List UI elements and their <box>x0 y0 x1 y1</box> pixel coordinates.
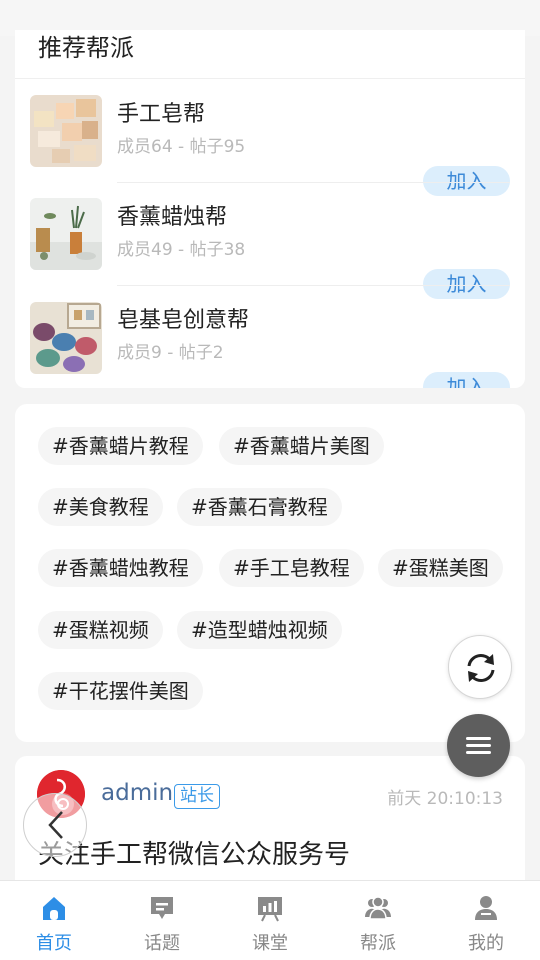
chat-icon <box>151 897 173 919</box>
group-thumbnail <box>30 302 102 374</box>
menu-button[interactable] <box>447 714 510 777</box>
group-stats: 成员9 - 帖子2 <box>117 343 224 363</box>
tag-chip[interactable]: #香薰蜡烛教程 <box>38 549 203 587</box>
divider <box>117 182 510 183</box>
tab-me[interactable]: 我的 <box>432 881 540 960</box>
back-button[interactable] <box>23 793 87 857</box>
group-thumbnail <box>30 95 102 167</box>
group-thumbnail <box>30 198 102 270</box>
post-time: 前天 20:10:13 <box>387 789 503 809</box>
tag-chip[interactable]: #香薰蜡片教程 <box>38 427 203 465</box>
recommended-groups-card: 推荐帮派 手工皂帮 成员64 - 帖子95 加入 香薰蜡烛帮 成员49 - 帖子… <box>15 30 525 388</box>
menu-icon <box>466 737 491 754</box>
tab-label: 课堂 <box>252 933 288 954</box>
tag-chip[interactable]: #美食教程 <box>38 488 163 526</box>
group-name: 手工皂帮 <box>117 102 206 127</box>
tab-label: 话题 <box>144 933 180 954</box>
tab-label: 首页 <box>36 933 72 954</box>
classroom-icon <box>258 897 282 922</box>
tag-chip[interactable]: #蛋糕视频 <box>38 611 163 649</box>
tag-chip[interactable]: #蛋糕美图 <box>378 549 503 587</box>
tab-label: 帮派 <box>360 933 396 954</box>
tag-chip[interactable]: #香薰蜡片美图 <box>219 427 384 465</box>
group-item-soap[interactable]: 手工皂帮 成员64 - 帖子95 加入 <box>15 90 525 196</box>
group-item-base-soap[interactable]: 皂基皂创意帮 成员9 - 帖子2 加入 <box>15 296 525 388</box>
refresh-button[interactable] <box>448 635 512 699</box>
group-name: 皂基皂创意帮 <box>117 308 250 333</box>
join-button[interactable]: 加入 <box>423 372 510 388</box>
group-item-candle[interactable]: 香薰蜡烛帮 成员49 - 帖子38 加入 <box>15 193 525 299</box>
section-title: 推荐帮派 <box>38 34 134 62</box>
divider <box>117 285 510 286</box>
join-button[interactable]: 加入 <box>423 269 510 299</box>
tab-classroom[interactable]: 课堂 <box>216 881 324 960</box>
tab-home[interactable]: 首页 <box>0 881 108 960</box>
group-stats: 成员49 - 帖子38 <box>117 240 246 260</box>
tag-chip[interactable]: #香薰石膏教程 <box>177 488 342 526</box>
bottom-tab-bar: 首页 话题 课堂 帮派 我的 <box>0 880 540 960</box>
tag-chip[interactable]: #手工皂教程 <box>219 549 364 587</box>
tab-label: 我的 <box>468 933 504 954</box>
user-icon <box>475 896 497 920</box>
group-icon <box>365 896 391 920</box>
chevron-left-icon <box>48 811 63 839</box>
tag-chip[interactable]: #干花摆件美图 <box>38 672 203 710</box>
join-button[interactable]: 加入 <box>423 166 510 196</box>
post-author[interactable]: admin <box>101 780 173 806</box>
group-stats: 成员64 - 帖子95 <box>117 137 246 157</box>
refresh-icon <box>467 654 495 682</box>
role-badge: 站长 <box>174 784 220 809</box>
divider <box>15 78 525 79</box>
tab-groups[interactable]: 帮派 <box>324 881 432 960</box>
home-icon <box>43 897 65 920</box>
tab-topics[interactable]: 话题 <box>108 881 216 960</box>
tag-chip[interactable]: #造型蜡烛视频 <box>177 611 342 649</box>
group-name: 香薰蜡烛帮 <box>117 205 228 230</box>
